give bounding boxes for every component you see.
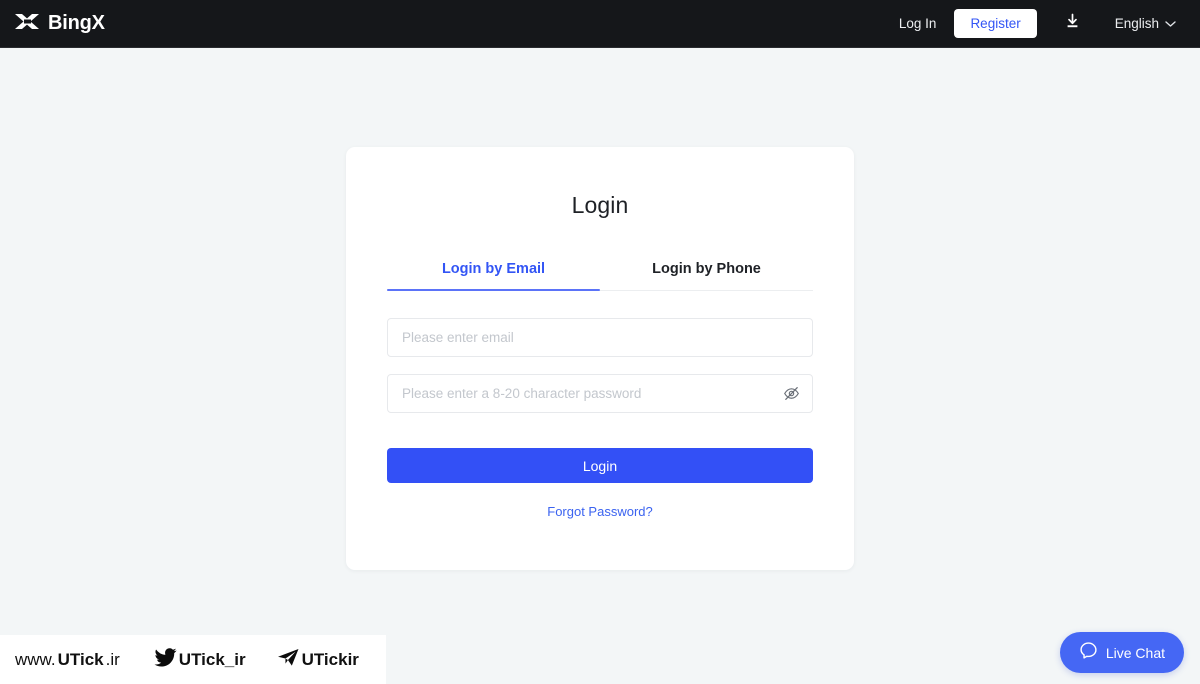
brand-logo-link[interactable]: BingX <box>14 0 105 48</box>
twitter-bird-icon <box>154 647 177 672</box>
watermark-telegram-handle: UTickir <box>301 649 359 669</box>
live-chat-label: Live Chat <box>1105 644 1165 661</box>
watermark-bar: www. UTick .ir UTick_ir UTickir <box>0 635 386 684</box>
top-header-bar: BingX Log In Register English <box>0 0 1200 48</box>
login-card: Login Login by Email Login by Phone Plea… <box>346 147 854 570</box>
watermark-twitter: UTick_ir <box>154 647 246 672</box>
download-app-button[interactable] <box>1051 0 1095 48</box>
tab-login-by-email-label: Login by Email <box>441 261 546 277</box>
header-login-link[interactable]: Log In <box>885 10 951 37</box>
watermark-website: www. UTick .ir <box>15 650 120 670</box>
watermark-site-bold: UTick <box>57 649 104 669</box>
header-actions: Log In Register English <box>885 0 1186 48</box>
eye-off-icon[interactable] <box>781 384 801 404</box>
password-field-wrapper <box>387 374 813 413</box>
email-field-wrapper <box>387 318 813 357</box>
page-title: Login <box>571 192 629 218</box>
live-chat-button[interactable]: Live Chat <box>1059 632 1184 673</box>
chevron-down-icon <box>1165 16 1176 31</box>
login-submit-button[interactable]: Login <box>387 448 813 483</box>
watermark-site-prefix: www. <box>15 649 56 669</box>
email-input[interactable] <box>387 318 813 357</box>
password-input[interactable] <box>387 374 813 413</box>
language-label: English <box>1114 16 1159 31</box>
language-selector[interactable]: English <box>1105 10 1186 37</box>
forgot-password-link[interactable]: Forgot Password? <box>387 504 813 519</box>
tab-login-by-email[interactable]: Login by Email <box>387 261 600 291</box>
brand-name-text: BingX <box>48 12 105 34</box>
login-form: Login Forgot Password? <box>387 291 813 519</box>
header-register-button[interactable]: Register <box>954 9 1037 38</box>
chat-bubble-icon <box>1079 641 1098 665</box>
watermark-site-suffix: .ir <box>105 649 120 669</box>
tab-login-by-phone[interactable]: Login by Phone <box>600 261 813 290</box>
bingx-x-logo-icon <box>14 12 41 36</box>
download-icon <box>1064 13 1081 35</box>
telegram-plane-icon <box>277 648 300 672</box>
login-method-tabs: Login by Email Login by Phone <box>387 261 813 291</box>
watermark-telegram: UTickir <box>277 648 359 672</box>
page-body: Login Login by Email Login by Phone Plea… <box>0 48 1200 684</box>
tab-login-by-phone-label: Login by Phone <box>652 261 761 277</box>
watermark-twitter-handle: UTick_ir <box>178 649 246 669</box>
